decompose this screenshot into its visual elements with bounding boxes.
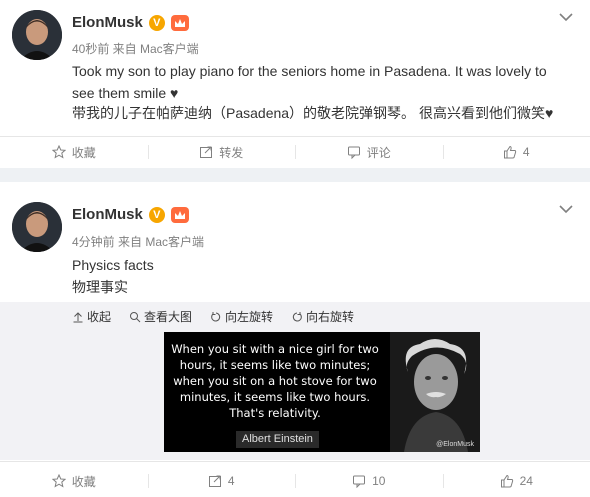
media-toolbar: 收起 查看大图 向左旋转 向右旋转 — [72, 308, 354, 325]
collapse-label: 收起 — [87, 310, 112, 324]
post-text-en: Physics facts — [72, 257, 154, 273]
share-icon — [208, 475, 221, 487]
repost-label: 转发 — [219, 145, 244, 160]
divider — [0, 461, 590, 462]
repost-count: 4 — [227, 474, 235, 488]
post-text-en: Took my son to play piano for the senior… — [72, 63, 547, 101]
thumbs-up-icon — [503, 145, 517, 159]
chevron-down-icon[interactable] — [558, 202, 574, 216]
verified-badge-icon[interactable]: V — [148, 206, 165, 223]
share-icon — [200, 146, 213, 158]
comment-button[interactable]: 评论 — [295, 136, 443, 168]
weibo-post: ElonMusk V 4分钟前 来自 Mac客户端 Physics facts … — [0, 182, 590, 497]
repost-button[interactable]: 4 — [147, 465, 296, 497]
collapse-button[interactable]: 收起 — [72, 308, 111, 325]
verified-badge-icon[interactable]: V — [148, 14, 165, 31]
comment-icon — [347, 146, 360, 159]
post-image[interactable]: When you sit with a nice girl for two ho… — [164, 332, 480, 452]
author-name[interactable]: ElonMusk — [72, 206, 143, 223]
favorite-label: 收藏 — [71, 145, 96, 160]
einstein-portrait — [390, 332, 480, 452]
image-watermark: @ElonMusk — [436, 441, 474, 448]
post-meta[interactable]: 40秒前 来自 Mac客户端 — [72, 40, 199, 57]
comment-button[interactable]: 10 — [295, 465, 443, 497]
comment-label: 评论 — [366, 145, 391, 160]
post-text-zh: 带我的儿子在帕萨迪纳（Pasadena）的敬老院弹钢琴。 很高兴看到他们微笑♥ — [72, 105, 554, 121]
favorite-button[interactable]: 收藏 — [0, 136, 148, 168]
author-row: ElonMusk V — [72, 206, 189, 223]
like-count: 4 — [522, 145, 530, 159]
like-button[interactable]: 4 — [442, 136, 590, 168]
view-large-label: 查看大图 — [144, 310, 193, 324]
chevron-down-icon[interactable] — [558, 10, 574, 24]
rotate-left-button[interactable]: 向左旋转 — [210, 308, 273, 325]
comment-count: 10 — [372, 474, 386, 488]
action-bar: 收藏 4 10 24 — [0, 465, 590, 497]
avatar[interactable] — [12, 202, 62, 252]
like-count: 24 — [519, 474, 533, 488]
author-name[interactable]: ElonMusk — [72, 14, 143, 31]
post-text-zh: 物理事实 — [72, 279, 128, 295]
like-button[interactable]: 24 — [442, 465, 590, 497]
search-icon — [130, 311, 141, 322]
view-large-button[interactable]: 查看大图 — [129, 308, 192, 325]
member-crown-icon[interactable] — [170, 14, 189, 31]
favorite-button[interactable]: 收藏 — [0, 465, 148, 497]
post-meta[interactable]: 4分钟前 来自 Mac客户端 — [72, 233, 204, 250]
rotate-left-label: 向左旋转 — [225, 310, 274, 324]
avatar[interactable] — [12, 10, 62, 60]
weibo-post: ElonMusk V 40秒前 来自 Mac客户端 Took my son to… — [0, 0, 590, 168]
comment-icon — [353, 475, 366, 488]
repost-button[interactable]: 转发 — [147, 136, 296, 168]
star-icon — [51, 474, 66, 488]
image-attribution: Albert Einstein — [236, 431, 319, 448]
rotate-right-button[interactable]: 向右旋转 — [291, 308, 354, 325]
arrow-up-icon — [73, 311, 83, 322]
action-bar: 收藏 转发 评论 4 — [0, 136, 590, 168]
rotate-right-icon — [292, 311, 302, 321]
star-icon — [51, 145, 66, 159]
favorite-label: 收藏 — [71, 474, 96, 489]
rotate-left-icon — [211, 311, 221, 321]
member-crown-icon[interactable] — [170, 206, 189, 223]
image-quote-text: When you sit with a nice girl for two ho… — [171, 342, 379, 420]
author-row: ElonMusk V — [72, 14, 189, 31]
thumbs-up-icon — [500, 474, 513, 488]
rotate-right-label: 向右旋转 — [306, 310, 355, 324]
